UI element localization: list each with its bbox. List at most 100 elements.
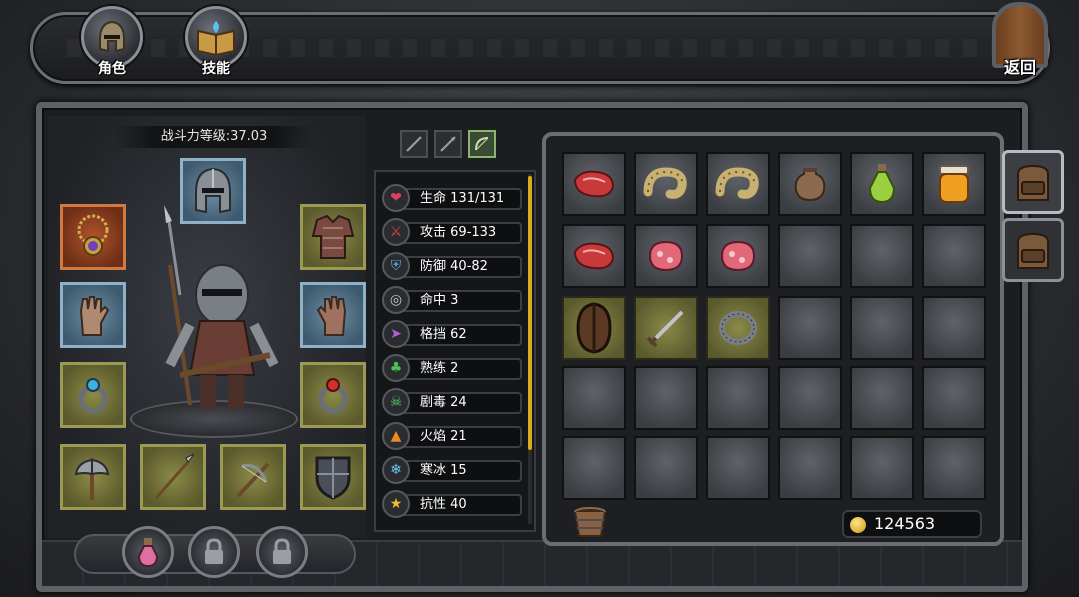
bow-icon	[475, 137, 489, 151]
inventory-slot[interactable]	[634, 296, 698, 360]
meat-chunk-icon	[720, 240, 756, 272]
stat-value: 21	[450, 429, 467, 444]
inventory-slot-empty[interactable]	[922, 436, 986, 500]
tab-spear-weapon[interactable]	[434, 130, 462, 158]
inventory-slot-empty[interactable]	[706, 366, 770, 430]
bag-tab-1[interactable]	[1002, 150, 1064, 214]
gauntlet-icon	[79, 296, 110, 336]
inventory-slot-empty[interactable]	[850, 366, 914, 430]
clover-icon: ♣	[382, 354, 410, 382]
snowflake-glyph: ❄	[390, 462, 402, 478]
stat-row-proficiency: ♣ 熟练 2	[382, 354, 522, 382]
inventory-slot[interactable]	[706, 152, 770, 216]
inventory-slot-empty[interactable]	[778, 366, 842, 430]
equip-slot-crossbow[interactable]	[220, 444, 286, 510]
stat-row-poison: ☠ 剧毒 24	[382, 388, 522, 416]
equip-slot-amulet[interactable]	[60, 204, 126, 270]
inventory-slot[interactable]	[850, 152, 914, 216]
stat-label: 火焰	[420, 429, 447, 444]
wooden-shield-icon	[576, 302, 612, 354]
inventory-slot-empty[interactable]	[850, 224, 914, 288]
inventory-slot-empty[interactable]	[562, 436, 626, 500]
inventory-slot-empty[interactable]	[778, 224, 842, 288]
bag-tab-2[interactable]	[1002, 218, 1064, 282]
inventory-slot[interactable]	[706, 296, 770, 360]
inventory-slot-empty[interactable]	[562, 366, 626, 430]
inventory-slot[interactable]	[706, 224, 770, 288]
padlock-icon	[205, 538, 223, 564]
inventory-slot[interactable]	[634, 224, 698, 288]
inventory-slot-empty[interactable]	[850, 296, 914, 360]
inventory-slot[interactable]	[634, 152, 698, 216]
tab-melee-weapon[interactable]	[400, 130, 428, 158]
stat-value: 131/131	[450, 191, 505, 206]
inventory-slot[interactable]	[562, 296, 626, 360]
crossed-swords-icon: ⚔	[382, 218, 410, 246]
gold-amount: 124563	[874, 514, 936, 533]
heart-glyph: ❤	[390, 190, 402, 206]
shield-glyph: ⛨	[390, 258, 402, 274]
sausage-icon	[715, 167, 759, 199]
target-glyph: ◎	[389, 292, 403, 308]
stat-text: 火焰 21	[396, 426, 522, 448]
skills-tab-button[interactable]: 技能	[178, 6, 254, 86]
skull-glyph: ☠	[389, 394, 403, 410]
clay-pot-icon	[794, 168, 826, 202]
quick-slot-2-locked[interactable]	[188, 526, 240, 578]
inventory-slot[interactable]	[778, 152, 842, 216]
stat-text: 命中 3	[396, 290, 522, 312]
ring-icon	[719, 311, 757, 345]
stats-scrollbar-thumb[interactable]	[528, 176, 532, 450]
stat-value: 69-133	[450, 225, 497, 240]
inventory-slot[interactable]	[562, 152, 626, 216]
stat-value: 62	[450, 327, 467, 342]
stat-row-ice: ❄ 寒冰 15	[382, 456, 522, 484]
quick-slot-1[interactable]	[122, 526, 174, 578]
chest-armor-icon	[311, 214, 355, 259]
heart-icon: ❤	[382, 184, 410, 212]
equip-slot-shield[interactable]	[300, 444, 366, 510]
inventory-slot-empty[interactable]	[778, 436, 842, 500]
inventory-slot-empty[interactable]	[922, 224, 986, 288]
back-label: 返回	[1003, 58, 1036, 77]
raw-meat-icon	[573, 170, 615, 198]
stat-label: 防御	[420, 259, 447, 274]
equip-slot-gloves-left[interactable]	[60, 282, 126, 348]
spear-icon	[440, 136, 456, 152]
inventory-slot[interactable]	[922, 152, 986, 216]
equip-slot-gloves-right[interactable]	[300, 282, 366, 348]
equip-slot-ring-right[interactable]	[300, 362, 366, 428]
dodge-runner-icon: ➤	[382, 320, 410, 348]
inventory-slot-empty[interactable]	[706, 436, 770, 500]
stat-row-defense: ⛨ 防御 40-82	[382, 252, 522, 280]
inventory-slot-empty[interactable]	[634, 366, 698, 430]
inventory-slot-empty[interactable]	[634, 436, 698, 500]
inventory-slot-empty[interactable]	[922, 366, 986, 430]
back-button[interactable]: 返回	[984, 2, 1056, 84]
backpack-icon	[1017, 232, 1049, 269]
snowflake-icon: ❄	[382, 456, 410, 484]
character-tab-button[interactable]: 角色	[74, 6, 150, 86]
tab-ranged-weapon[interactable]	[468, 130, 496, 158]
equip-slot-axe[interactable]	[60, 444, 126, 510]
stat-text: 剧毒 24	[396, 392, 522, 414]
raw-meat-icon	[573, 242, 615, 270]
stat-text: 格挡 62	[396, 324, 522, 346]
stat-label: 熟练	[420, 361, 447, 376]
equip-slot-ring-left[interactable]	[60, 362, 126, 428]
backpack-icon	[1017, 164, 1049, 201]
inventory-slot-empty[interactable]	[922, 296, 986, 360]
equip-slot-armor[interactable]	[300, 204, 366, 270]
knight-character-portrait	[164, 205, 279, 409]
crossbow-icon	[236, 462, 270, 498]
equip-slot-spear[interactable]	[140, 444, 206, 510]
inventory-slot-empty[interactable]	[850, 436, 914, 500]
inventory-slot-empty[interactable]	[778, 296, 842, 360]
combat-power-label: 战斗力等级:37.03	[114, 126, 314, 148]
character-tab-label: 角色	[98, 61, 126, 77]
stats-list[interactable]: ❤ 生命 131/131 ⚔ 攻击 69-133 ⛨ 防御 40-82 ◎ 命中…	[374, 170, 536, 532]
quick-slot-3-locked[interactable]	[256, 526, 308, 578]
inventory-slot[interactable]	[562, 224, 626, 288]
stat-row-hp: ❤ 生命 131/131	[382, 184, 522, 212]
trash-bucket-icon[interactable]	[572, 506, 608, 538]
